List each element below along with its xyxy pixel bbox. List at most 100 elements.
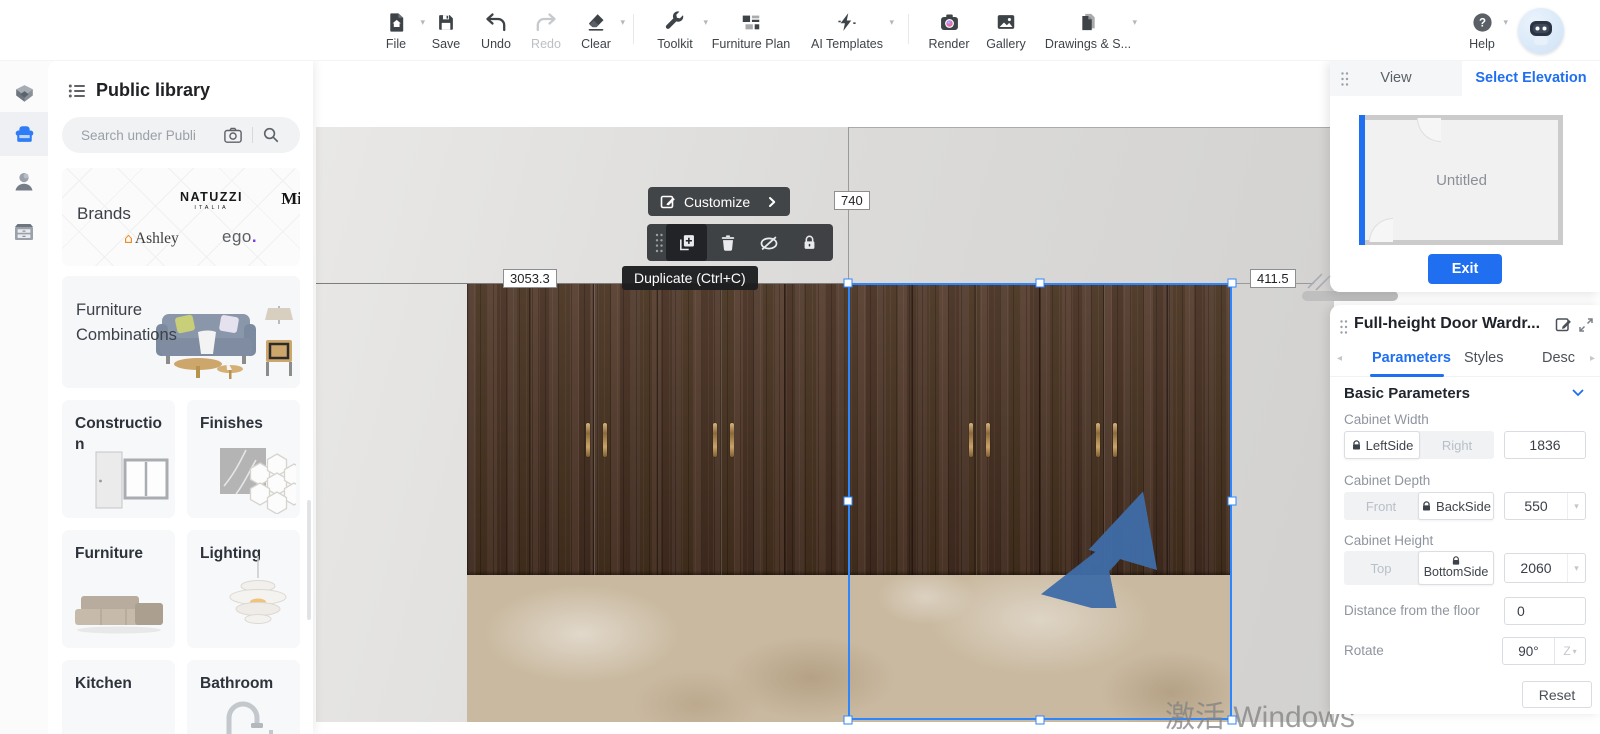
gallery-button[interactable]: Gallery — [977, 0, 1035, 51]
eraser-icon — [585, 10, 607, 34]
help-button[interactable]: ? Help ▾ — [1460, 0, 1504, 51]
option-bottomside[interactable]: BottomSide — [1418, 551, 1494, 585]
delete-button[interactable] — [707, 224, 748, 261]
duplicate-button[interactable] — [666, 224, 707, 261]
tab-desc[interactable]: Desc — [1542, 350, 1575, 366]
ai-assistant-avatar[interactable] — [1518, 8, 1564, 54]
panel-scrollbar[interactable] — [1302, 291, 1398, 301]
rail-item-3d-model[interactable] — [0, 72, 48, 116]
cabinet-height-row: Top BottomSide ▾ — [1344, 551, 1586, 585]
library-scrollbar[interactable] — [307, 500, 311, 620]
selection-handle[interactable] — [844, 497, 853, 506]
save-button[interactable]: Save — [421, 0, 471, 51]
caret-down-icon[interactable]: ▾ — [620, 17, 625, 28]
duplicate-icon — [676, 232, 697, 253]
tab-styles[interactable]: Styles — [1464, 350, 1504, 366]
render-camera-icon — [938, 10, 961, 34]
cabinet-width-segmented: LeftSide Right — [1344, 431, 1494, 459]
door-handle — [713, 423, 717, 457]
tab-scroll-left-icon[interactable]: ◂ — [1337, 353, 1342, 364]
reset-button[interactable]: Reset — [1522, 681, 1592, 708]
drag-handle-icon[interactable] — [654, 232, 664, 254]
brand-partial[interactable]: Mi — [281, 189, 300, 209]
lock-icon — [1421, 501, 1432, 512]
rail-item-profile[interactable] — [0, 160, 48, 204]
drawings-button[interactable]: Drawings & S... ▾ — [1035, 0, 1141, 51]
furniture-plan-button[interactable]: Furniture Plan — [704, 0, 798, 51]
active-tab-underline — [1370, 374, 1444, 377]
undo-button[interactable]: Undo — [471, 0, 521, 51]
cabinet-depth-select: ▾ — [1504, 492, 1586, 520]
lock-icon — [800, 233, 819, 252]
drag-handle-icon[interactable] — [1339, 319, 1349, 335]
caret-down-icon[interactable]: ▾ — [1132, 17, 1137, 28]
toolbar-group-file: File ▾ Save Undo Redo — [371, 0, 1141, 51]
tab-select-elevation[interactable]: Select Elevation — [1462, 60, 1600, 96]
furniture-plan-icon — [740, 10, 762, 34]
search-icon[interactable] — [262, 126, 280, 144]
tab-view[interactable]: View — [1330, 60, 1462, 96]
tab-scroll-right-icon[interactable]: ▸ — [1590, 353, 1595, 364]
cabinet-depth-input[interactable] — [1505, 493, 1567, 519]
exit-button[interactable]: Exit — [1428, 254, 1502, 284]
list-icon[interactable] — [68, 82, 86, 100]
selection-handle[interactable] — [1036, 279, 1045, 288]
search-input[interactable] — [79, 127, 221, 144]
edit-icon[interactable] — [1555, 316, 1572, 333]
ai-templates-button[interactable]: AI Templates ▾ — [798, 0, 896, 51]
floor-plan-thumbnail[interactable]: Untitled — [1365, 115, 1563, 245]
lighting-image — [218, 556, 298, 648]
left-icon-rail — [0, 60, 48, 734]
selection-handle[interactable] — [844, 279, 853, 288]
caret-down-icon[interactable]: ▾ — [889, 17, 894, 28]
selection-handle[interactable] — [1228, 497, 1237, 506]
category-furniture[interactable]: Furniture — [62, 530, 175, 648]
rotate-axis-select[interactable]: Z ▾ — [1555, 638, 1585, 664]
brand-ego[interactable]: ego. — [222, 227, 257, 247]
lock-button[interactable] — [789, 224, 830, 261]
lightning-icon — [836, 10, 858, 34]
option-top[interactable]: Top — [1344, 551, 1418, 585]
caret-down-icon[interactable]: ▾ — [1567, 554, 1585, 582]
option-leftside[interactable]: LeftSide — [1344, 431, 1420, 459]
chevron-down-icon[interactable] — [1572, 389, 1584, 397]
image-search-icon[interactable] — [223, 126, 243, 144]
category-bathroom[interactable]: Bathroom — [187, 660, 300, 734]
category-finishes[interactable]: Finishes — [187, 400, 300, 518]
render-button[interactable]: Render — [921, 0, 977, 51]
caret-down-icon[interactable]: ▾ — [1503, 17, 1508, 28]
furniture-combinations-card[interactable]: Furniture Combinations — [62, 276, 300, 388]
category-lighting[interactable]: Lighting — [187, 530, 300, 648]
redo-button[interactable]: Redo — [521, 0, 571, 51]
category-kitchen[interactable]: Kitchen — [62, 660, 175, 734]
undo-icon — [484, 10, 508, 34]
rotate-value[interactable]: 90° — [1503, 638, 1555, 664]
file-icon — [385, 10, 408, 34]
toolkit-button[interactable]: Toolkit ▾ — [646, 0, 704, 51]
cabinet-width-input[interactable] — [1504, 431, 1586, 459]
selection-handle[interactable] — [1036, 716, 1045, 725]
wrench-icon — [664, 10, 686, 34]
selection-handle[interactable] — [844, 716, 853, 725]
caret-down-icon[interactable]: ▾ — [1567, 493, 1585, 519]
hide-button[interactable] — [748, 224, 789, 261]
rail-item-storage[interactable] — [0, 210, 48, 254]
distance-input[interactable] — [1504, 597, 1586, 625]
tab-parameters[interactable]: Parameters — [1372, 350, 1451, 366]
clear-button[interactable]: Clear ▾ — [571, 0, 621, 51]
rail-item-furniture-library[interactable] — [0, 112, 48, 156]
customize-button[interactable]: Customize — [648, 187, 790, 216]
option-backside[interactable]: BackSide — [1418, 492, 1494, 520]
cabinet-height-input[interactable] — [1505, 554, 1567, 582]
resize-handle-icon[interactable] — [1304, 270, 1338, 292]
file-button[interactable]: File ▾ — [371, 0, 421, 51]
selection-handle[interactable] — [1228, 279, 1237, 288]
brands-section[interactable]: Brands NATUZZI ITALIA Mi ⌂ Ashley ego. — [62, 168, 300, 266]
category-construction[interactable]: Construction — [62, 400, 175, 518]
brand-ashley[interactable]: ⌂ Ashley — [124, 230, 179, 248]
brand-natuzzi[interactable]: NATUZZI ITALIA — [180, 190, 243, 211]
option-front[interactable]: Front — [1344, 492, 1418, 520]
expand-icon[interactable] — [1579, 318, 1593, 332]
option-right[interactable]: Right — [1420, 431, 1494, 459]
basic-parameters-header[interactable]: Basic Parameters — [1344, 385, 1586, 402]
